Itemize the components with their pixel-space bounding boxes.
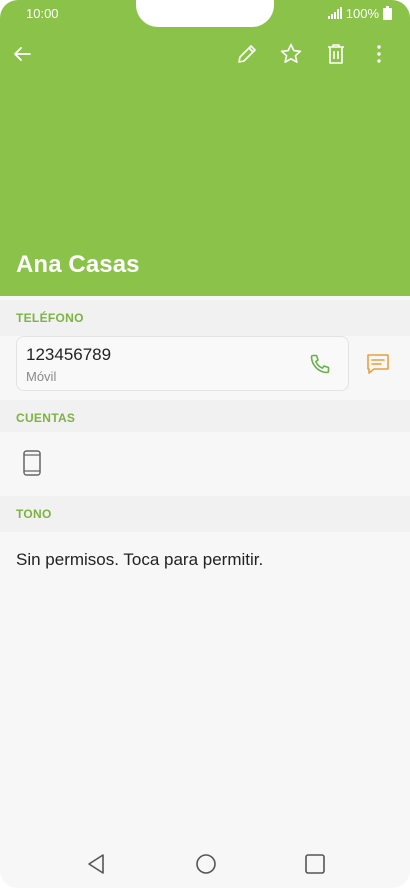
triangle-back-icon	[88, 854, 104, 874]
section-header-phone: TELÉFONO	[0, 300, 410, 336]
phone-entry[interactable]: 123456789 Móvil	[16, 336, 349, 391]
phone-device-icon	[22, 450, 42, 476]
delete-button[interactable]	[320, 38, 352, 70]
star-icon	[280, 43, 302, 63]
trash-icon	[328, 44, 344, 64]
nav-back-button[interactable]	[82, 850, 110, 878]
signal-icon	[327, 7, 342, 19]
ringtone-permission-text[interactable]: Sin permisos. Toca para permitir.	[16, 550, 263, 570]
favorite-button[interactable]	[275, 38, 307, 70]
section-header-accounts: CUENTAS	[0, 400, 410, 436]
section-header-ringtone: TONO	[0, 496, 410, 532]
more-options-button[interactable]	[363, 38, 395, 70]
contact-header: 10:00 100% Ana Casas	[0, 0, 410, 296]
square-recents-icon	[305, 854, 325, 874]
contact-detail-screen: 10:00 100% Ana Casas TELÉFONO 123456789 …	[0, 0, 410, 888]
phone-number: 123456789	[26, 345, 112, 364]
call-button[interactable]	[308, 352, 332, 376]
circle-home-icon	[196, 854, 216, 874]
display-notch	[136, 0, 274, 27]
phone-call-icon	[310, 354, 330, 374]
phone-type-label: Móvil	[26, 369, 57, 384]
back-arrow-icon	[14, 47, 31, 61]
account-row	[0, 432, 410, 492]
edit-button[interactable]	[231, 38, 263, 70]
status-icons: 100%	[327, 5, 392, 21]
nav-recents-button[interactable]	[301, 850, 329, 878]
system-navigation-bar	[0, 838, 410, 888]
contact-name: Ana Casas	[16, 251, 140, 278]
nav-home-button[interactable]	[192, 850, 220, 878]
battery-icon	[383, 6, 392, 20]
message-button[interactable]	[364, 350, 392, 378]
pencil-icon	[238, 45, 256, 63]
more-vertical-icon	[377, 45, 381, 63]
status-time: 10:00	[26, 6, 59, 21]
battery-percent: 100%	[345, 5, 379, 21]
message-icon	[367, 354, 389, 374]
back-button[interactable]	[6, 38, 38, 70]
